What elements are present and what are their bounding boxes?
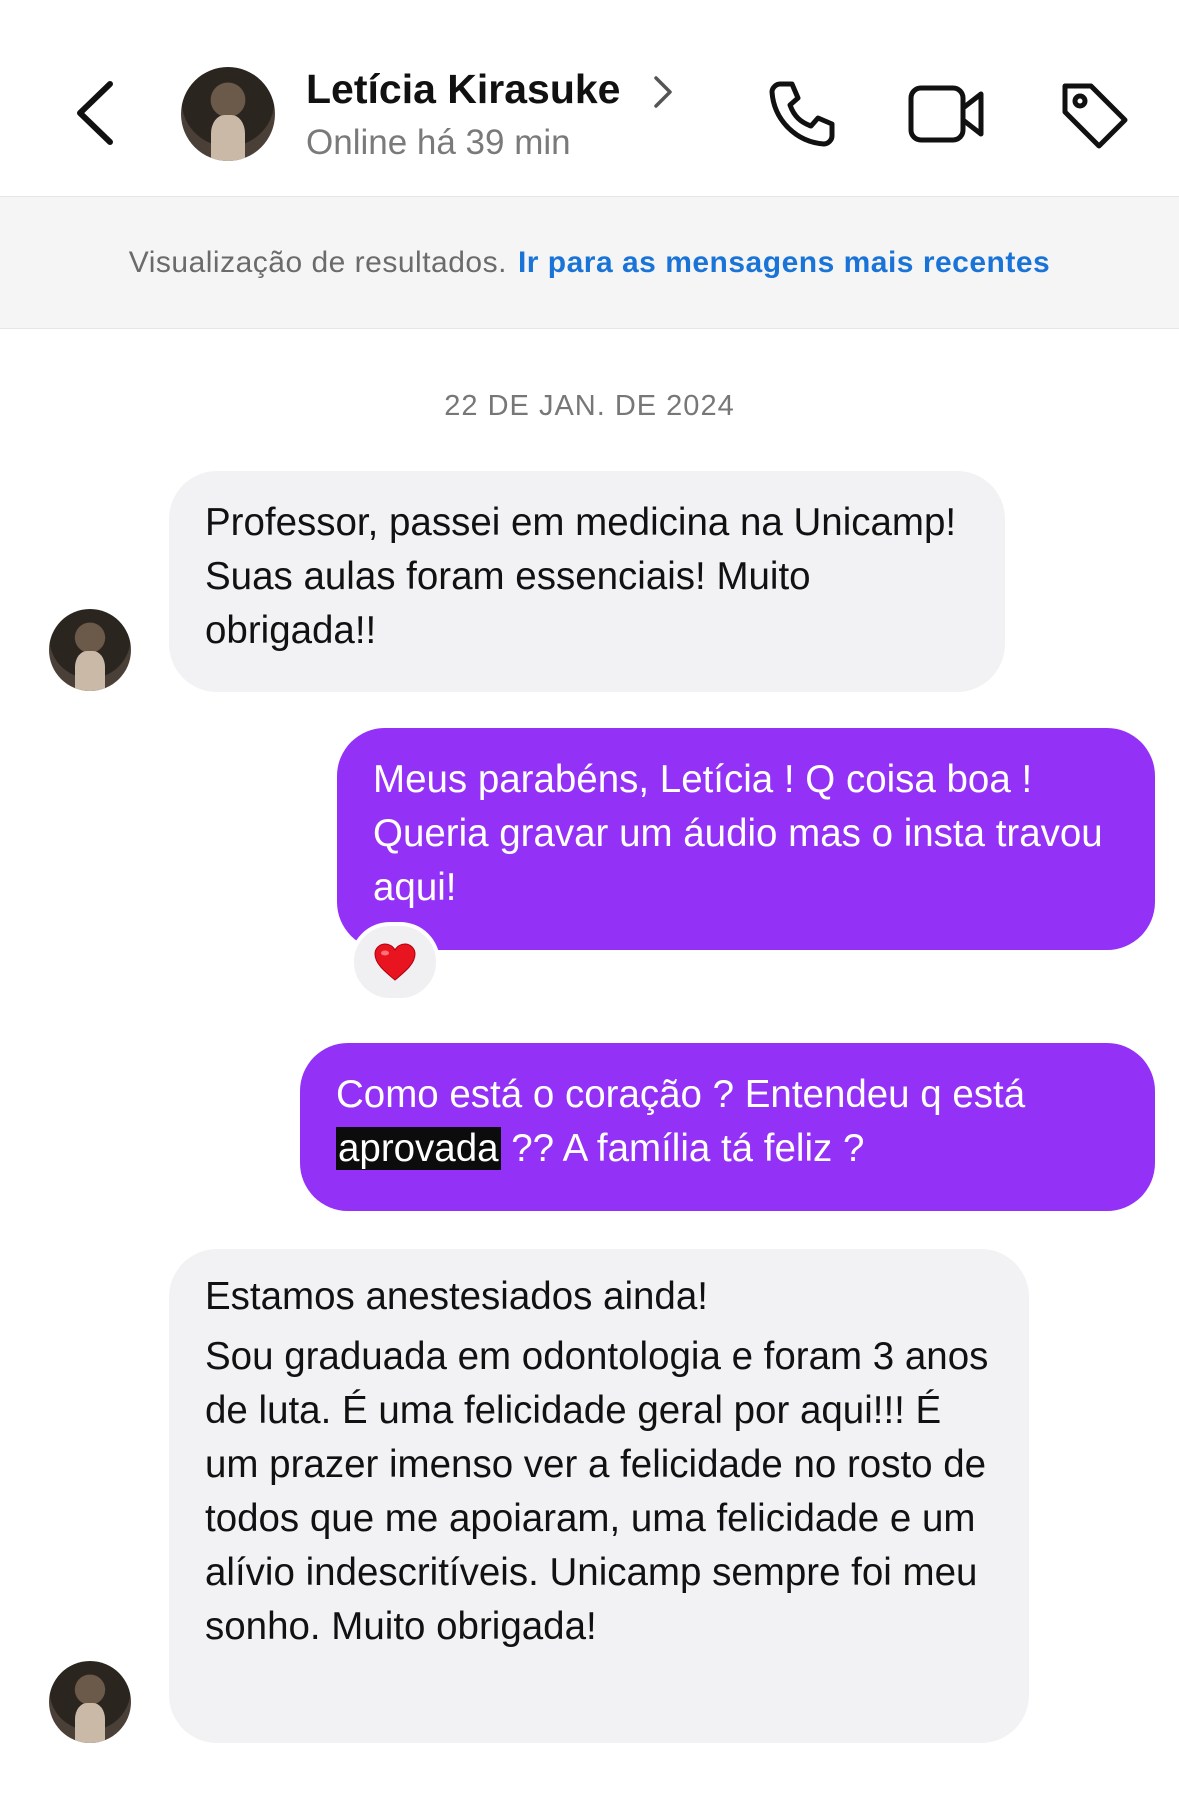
heart-reaction[interactable] [350, 922, 440, 1002]
contact-avatar-small[interactable] [49, 609, 131, 691]
contact-avatar-small[interactable] [49, 1661, 131, 1743]
message-text: Como está o coração ? Entendeu q está [336, 1073, 1026, 1116]
contact-name[interactable]: Letícia Kirasuke [306, 66, 621, 113]
chevron-right-icon[interactable] [651, 74, 675, 110]
message-text: Sou graduada em odontologia e foram 3 an… [205, 1335, 989, 1648]
incoming-message[interactable]: Professor, passei em medicina na Unicamp… [169, 471, 1005, 692]
heart-icon [374, 943, 416, 981]
back-icon[interactable] [70, 78, 120, 148]
search-results-banner: Visualização de resultados. Ir para as m… [0, 197, 1179, 329]
outgoing-message[interactable]: Meus parabéns, Letícia ! Q coisa boa ! Q… [337, 728, 1155, 950]
video-icon[interactable] [907, 78, 987, 150]
chat-header: Letícia Kirasuke Online há 39 min [0, 0, 1179, 197]
search-highlight: aprovada [336, 1127, 501, 1170]
message-text: Meus parabéns, Letícia ! Q coisa boa ! Q… [373, 758, 1103, 909]
contact-avatar[interactable] [181, 67, 275, 161]
date-separator: 22 DE JAN. DE 2024 [444, 390, 735, 422]
incoming-message[interactable]: Estamos anestesiados ainda! Sou graduada… [169, 1249, 1029, 1743]
message-text: Professor, passei em medicina na Unicamp… [205, 501, 957, 652]
contact-status: Online há 39 min [306, 123, 571, 162]
banner-text: Visualização de resultados. [128, 245, 507, 279]
outgoing-message[interactable]: Como está o coração ? Entendeu q está ap… [300, 1043, 1155, 1211]
message-text: Estamos anestesiados ainda! [205, 1275, 708, 1318]
phone-icon[interactable] [766, 78, 838, 150]
jump-to-recent-link[interactable]: Ir para as mensagens mais recentes [518, 246, 1050, 280]
tag-icon[interactable] [1057, 78, 1131, 152]
message-text: ?? A família tá feliz ? [500, 1127, 865, 1170]
